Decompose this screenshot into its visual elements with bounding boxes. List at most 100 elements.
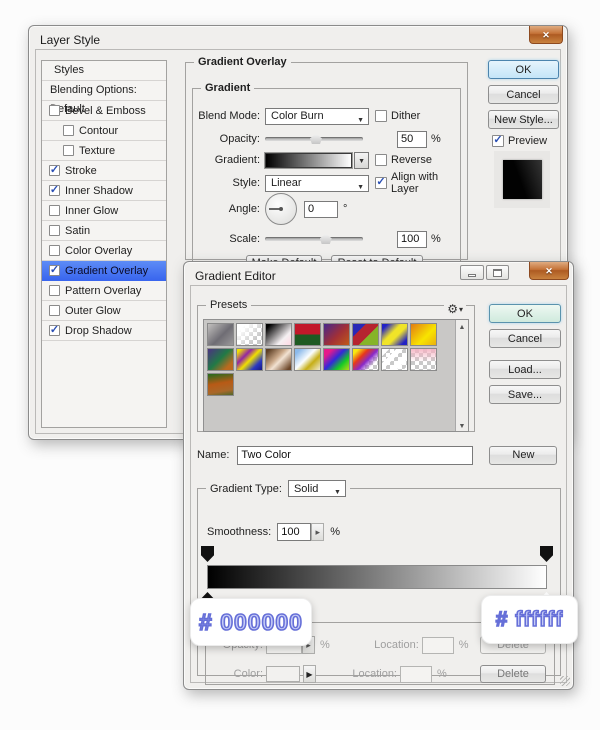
scroll-up-button[interactable] <box>456 320 468 332</box>
sidebar-style-item[interactable]: Satin <box>42 221 166 241</box>
delete-color-stop-button[interactable]: Delete <box>480 665 546 683</box>
gradient-preset-swatch[interactable] <box>323 348 350 371</box>
gradient-preview[interactable] <box>265 153 352 168</box>
reverse-checkbox[interactable] <box>375 154 387 166</box>
sidebar-item-blending-options[interactable]: Blending Options: Default <box>42 81 166 101</box>
scale-slider[interactable] <box>265 233 363 245</box>
gradient-bar[interactable] <box>207 565 547 589</box>
stop-location-input[interactable] <box>422 637 454 654</box>
sidebar-style-item[interactable]: Stroke <box>42 161 166 181</box>
presets-menu-button[interactable] <box>444 302 466 316</box>
smoothness-input[interactable] <box>277 523 311 541</box>
stop-location-input[interactable] <box>400 666 432 683</box>
cancel-button[interactable]: Cancel <box>489 329 561 348</box>
style-item-checkbox[interactable] <box>49 165 60 176</box>
sidebar-style-item[interactable]: Contour <box>42 121 166 141</box>
layer-style-close-button[interactable] <box>529 26 563 44</box>
style-item-checkbox[interactable] <box>49 325 60 336</box>
align-with-layer-checkbox[interactable] <box>375 177 387 189</box>
scale-slider-track[interactable] <box>265 237 363 241</box>
blend-mode-select[interactable]: Color Burn <box>265 108 369 125</box>
ok-button[interactable]: OK <box>488 60 559 79</box>
blend-mode-row: Blend Mode: Color Burn Dither <box>193 106 460 126</box>
style-item-checkbox[interactable] <box>49 265 60 276</box>
stop-location-unit: % <box>437 668 447 680</box>
angle-input[interactable] <box>304 201 338 218</box>
style-item-checkbox[interactable] <box>63 125 74 136</box>
style-item-checkbox[interactable] <box>49 105 60 116</box>
arrow-up-icon <box>459 320 466 332</box>
gradient-preset-swatch[interactable] <box>207 323 234 346</box>
gradient-editor-titlebar[interactable]: Gradient Editor <box>184 262 573 286</box>
opacity-input[interactable] <box>397 131 427 148</box>
gradient-preset-swatch[interactable] <box>294 348 321 371</box>
style-item-checkbox[interactable] <box>49 245 60 256</box>
gradient-preset-swatch[interactable] <box>352 323 379 346</box>
cancel-button[interactable]: Cancel <box>488 85 559 104</box>
sidebar-style-item[interactable]: Gradient Overlay <box>42 261 166 281</box>
gradient-preset-swatch[interactable] <box>294 323 321 346</box>
styles-header[interactable]: Styles <box>42 61 166 81</box>
preview-label: Preview <box>508 135 547 147</box>
sidebar-style-item[interactable]: Inner Glow <box>42 201 166 221</box>
load-button[interactable]: Load... <box>489 360 561 379</box>
gradient-editor-close-button[interactable] <box>529 262 569 280</box>
gradient-preset-swatch[interactable] <box>265 323 292 346</box>
scale-input[interactable] <box>397 231 427 248</box>
gradient-preset-swatch[interactable] <box>381 348 408 371</box>
gradient-preset-swatch[interactable] <box>381 323 408 346</box>
dither-checkbox[interactable] <box>375 110 387 122</box>
smoothness-menu-button[interactable] <box>311 523 324 541</box>
stop-location-label: Location: <box>348 668 400 680</box>
ok-button[interactable]: OK <box>489 304 561 323</box>
gradient-name-input[interactable] <box>237 446 473 465</box>
reverse-label: Reverse <box>391 154 432 166</box>
gradient-preset-swatch[interactable] <box>207 373 234 396</box>
preview-checkbox[interactable] <box>492 135 504 147</box>
style-item-checkbox[interactable] <box>49 305 60 316</box>
sidebar-style-item[interactable]: Texture <box>42 141 166 161</box>
new-style-button[interactable]: New Style... <box>488 110 559 129</box>
style-select[interactable]: Linear <box>265 175 369 192</box>
gradient-preset-swatch[interactable] <box>410 323 437 346</box>
save-button[interactable]: Save... <box>489 385 561 404</box>
style-item-checkbox[interactable] <box>49 285 60 296</box>
style-row: Style: Linear Align with Layer <box>193 173 460 193</box>
new-button[interactable]: New <box>489 446 557 465</box>
style-item-checkbox[interactable] <box>49 205 60 216</box>
sidebar-style-item[interactable]: Outer Glow <box>42 301 166 321</box>
opacity-stop-right[interactable] <box>540 546 553 562</box>
layer-style-titlebar[interactable]: Layer Style <box>29 26 567 50</box>
sidebar-style-item[interactable]: Pattern Overlay <box>42 281 166 301</box>
gradient-type-select[interactable]: Solid <box>288 480 346 497</box>
gradient-preset-swatch[interactable] <box>323 323 350 346</box>
presets-scrollbar[interactable] <box>455 320 468 431</box>
gradient-preset-swatch[interactable] <box>265 348 292 371</box>
stop-color-menu-button[interactable] <box>303 665 316 683</box>
style-item-label: Bevel & Emboss <box>65 105 146 117</box>
opacity-stop-left[interactable] <box>201 546 214 562</box>
gradient-preset-swatch[interactable] <box>236 348 263 371</box>
gradient-preset-swatch[interactable] <box>352 348 379 371</box>
gradient-editor-title: Gradient Editor <box>195 269 276 283</box>
stop-color-swatch[interactable] <box>266 666 300 682</box>
scroll-down-button[interactable] <box>456 419 468 431</box>
gradient-picker-button[interactable] <box>354 152 369 169</box>
opacity-slider[interactable] <box>265 133 363 145</box>
styles-list: Styles Blending Options: Default Bevel &… <box>41 60 167 428</box>
angle-dial[interactable] <box>265 193 297 225</box>
minimize-button[interactable] <box>460 265 484 280</box>
sidebar-style-item[interactable]: Inner Shadow <box>42 181 166 201</box>
scale-slider-thumb[interactable] <box>320 234 332 244</box>
style-item-checkbox[interactable] <box>63 145 74 156</box>
style-item-checkbox[interactable] <box>49 225 60 236</box>
resize-grip[interactable] <box>560 676 570 686</box>
style-item-checkbox[interactable] <box>49 185 60 196</box>
gradient-preset-swatch[interactable] <box>236 323 263 346</box>
sidebar-style-item[interactable]: Drop Shadow <box>42 321 166 341</box>
gradient-preset-swatch[interactable] <box>207 348 234 371</box>
opacity-slider-thumb[interactable] <box>310 134 322 144</box>
sidebar-style-item[interactable]: Color Overlay <box>42 241 166 261</box>
maximize-button[interactable] <box>486 265 509 280</box>
gradient-preset-swatch[interactable] <box>410 348 437 371</box>
